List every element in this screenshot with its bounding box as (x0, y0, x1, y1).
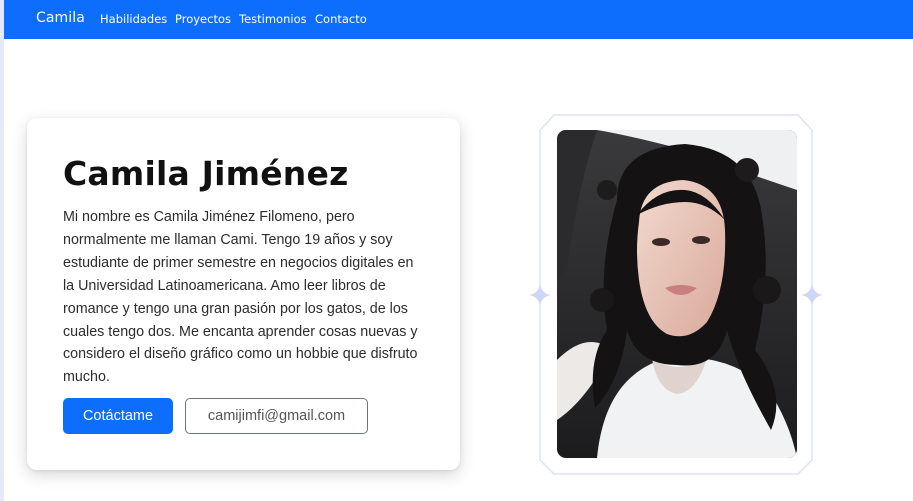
portrait-image (557, 130, 797, 458)
email-button[interactable]: camijimfi@gmail.com (185, 398, 368, 434)
profile-card: Camila Jiménez Mi nombre es Camila Jimén… (27, 118, 460, 470)
page-edge (0, 0, 4, 501)
nav-link-contacto[interactable]: Contacto (315, 12, 367, 26)
nav-link-habilidades[interactable]: Habilidades (100, 12, 167, 26)
profile-bio: Mi nombre es Camila Jiménez Filomeno, pe… (63, 209, 418, 386)
nav-link-proyectos[interactable]: Proyectos (175, 12, 231, 26)
contact-button[interactable]: Cotáctame (63, 398, 173, 434)
navbar-brand[interactable]: Camila (36, 10, 85, 26)
profile-photo (557, 130, 797, 458)
profile-name: Camila Jiménez (63, 154, 349, 193)
navbar: Camila Habilidades Proyectos Testimonios… (4, 0, 913, 39)
nav-link-testimonios[interactable]: Testimonios (239, 12, 307, 26)
